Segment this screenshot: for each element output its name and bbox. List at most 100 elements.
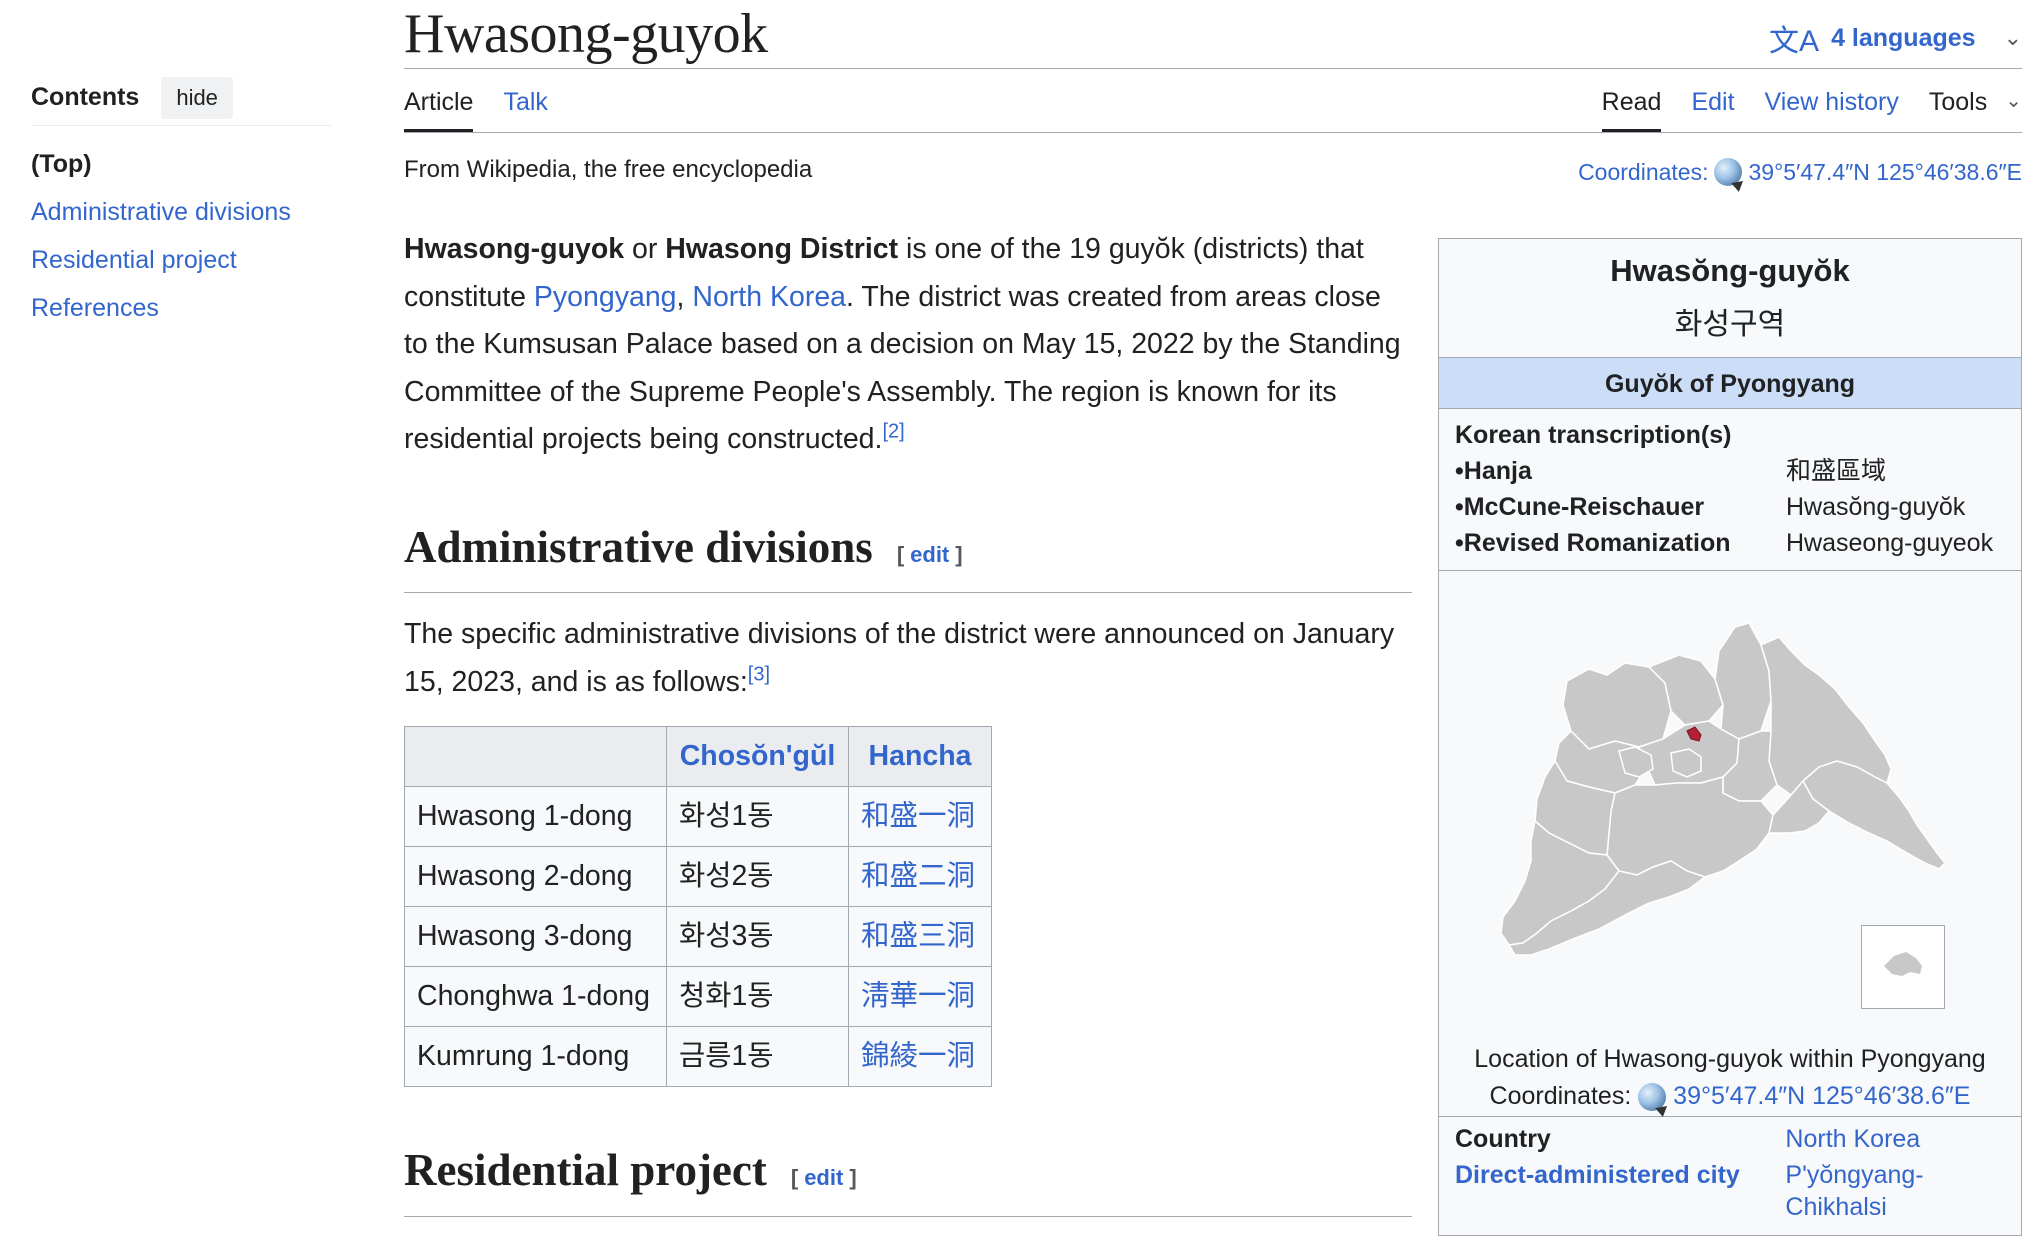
table-row: Hwasong 3-dong 화성3동 和盛三洞	[404, 906, 992, 967]
toc-item-residential-project[interactable]: Residential project	[31, 236, 331, 284]
section-heading-administrative-divisions: Administrative divisions [edit]	[404, 521, 1412, 593]
fact-value-link[interactable]: P'yŏngyang-Chikhalsi	[1785, 1159, 2005, 1223]
heading-text: Administrative divisions	[404, 521, 873, 572]
table-row: Hwasong 2-dong 화성2동 和盛二洞	[404, 846, 992, 907]
table-cell: 화성2동	[666, 846, 849, 907]
table-cell-link[interactable]: 淸華一洞	[848, 966, 992, 1027]
toc-hide-button[interactable]: hide	[161, 76, 233, 119]
tab-edit[interactable]: Edit	[1691, 88, 1734, 129]
table-row: Chonghwa 1-dong 청화1동 淸華一洞	[404, 966, 992, 1027]
infobox-korean-name: 화성구역	[1674, 308, 1786, 341]
table-cell-link[interactable]: 錦綾一洞	[848, 1026, 992, 1087]
map-coordinates: Coordinates: 39°5′47.4″N 125°46′38.6″E	[1439, 1078, 2021, 1115]
toc-item-administrative-divisions[interactable]: Administrative divisions	[31, 188, 331, 236]
inset-map[interactable]	[1861, 925, 1945, 1009]
coordinates-label: Coordinates:	[1489, 1082, 1632, 1110]
coordinates-link[interactable]: 39°5′47.4″N 125°46′38.6″E	[1673, 1082, 1970, 1110]
toc-list: (Top) Administrative divisions Residenti…	[31, 140, 331, 332]
table-header[interactable]: Chosŏn'gŭl	[666, 726, 849, 787]
tools-label: Tools	[1928, 88, 1988, 116]
transcription-key: McCune-Reischauer	[1455, 489, 1786, 525]
infobox-type-band: Guyŏk of Pyongyang	[1439, 357, 2021, 409]
link-north-korea[interactable]: North Korea	[692, 281, 846, 313]
fact-row: Country North Korea	[1455, 1123, 2005, 1155]
table-cell: 화성1동	[666, 786, 849, 847]
heading-text: Residential project	[404, 1145, 767, 1195]
section-heading-residential-project: Residential project [edit]	[404, 1145, 1412, 1217]
globe-icon[interactable]	[1714, 158, 1743, 186]
bold-term: Hwasong District	[665, 233, 899, 265]
reference-link[interactable]: [2]	[882, 421, 904, 443]
namespace-tabs: Article Talk	[404, 88, 548, 132]
transcription-key: Hanja	[1455, 453, 1786, 489]
tab-view-history[interactable]: View history	[1765, 88, 1899, 129]
fact-row: Direct-administered city P'yŏngyang-Chik…	[1455, 1159, 2005, 1223]
title-divider	[404, 68, 2022, 69]
intro-paragraph: Hwasong-guyok or Hwasong District is one…	[404, 226, 1412, 464]
table-header[interactable]: Hancha	[848, 726, 992, 787]
fact-value-link[interactable]: North Korea	[1785, 1123, 2005, 1155]
residential-paragraph: The district is currently the second pro…	[404, 1235, 1412, 1244]
reference-link[interactable]: [3]	[748, 663, 770, 685]
inset-map-shape	[1884, 952, 1922, 976]
edit-link[interactable]: edit	[910, 542, 949, 567]
language-button[interactable]: 文A 4 languages ⌄	[1769, 16, 2022, 60]
page-title: Hwasong-guyok	[404, 3, 768, 65]
table-cell: Hwasong 1-dong	[404, 786, 667, 847]
transcriptions-heading: Korean transcription(s)	[1455, 421, 1732, 449]
translate-icon: 文A	[1769, 25, 1820, 58]
table-cell: 화성3동	[666, 906, 849, 967]
toc-header: Contents hide	[31, 76, 331, 126]
text: ,	[676, 280, 693, 313]
tab-read[interactable]: Read	[1601, 88, 1662, 132]
table-cell-link[interactable]: 和盛一洞	[848, 786, 992, 847]
divisions-paragraph: The specific administrative divisions of…	[404, 611, 1412, 706]
text: or	[624, 233, 666, 265]
link-pyongyang[interactable]: Pyongyang	[534, 281, 677, 313]
transcription-key: Revised Romanization	[1455, 525, 1786, 561]
chevron-down-icon: ⌄	[2005, 90, 2022, 112]
table-cell: Chonghwa 1-dong	[404, 966, 667, 1027]
table-header-row: Chosŏn'gŭl Hancha	[404, 726, 992, 787]
transcriptions: Korean transcription(s) Hanja和盛區域 McCune…	[1439, 409, 2021, 571]
globe-icon[interactable]	[1638, 1083, 1667, 1112]
table-cell: Hwasong 3-dong	[404, 906, 667, 967]
tools-menu[interactable]: Tools ⌄	[1929, 88, 2022, 117]
view-tabs: Read Edit View history Tools ⌄	[1601, 88, 2022, 132]
toc-title: Contents	[31, 83, 140, 111]
coordinates-link[interactable]: 39°5′47.4″N 125°46′38.6″E	[1748, 159, 2022, 186]
fact-key-link[interactable]: Direct-administered city	[1455, 1159, 1785, 1223]
language-count: 4 languages	[1831, 23, 1976, 52]
infobox-title: Hwasŏng-guyŏk	[1610, 253, 1850, 288]
map-caption-text: Location of Hwasong-guyok within Pyongya…	[1474, 1045, 1986, 1073]
toc-item-references[interactable]: References	[31, 284, 331, 332]
toc-item-top[interactable]: (Top)	[31, 140, 331, 188]
chevron-down-icon: ⌄	[2003, 25, 2022, 50]
table-cell: 금릉1동	[666, 1026, 849, 1087]
table-of-contents: Contents hide (Top) Administrative divis…	[31, 76, 331, 332]
coordinates-top: Coordinates: 39°5′47.4″N 125°46′38.6″E	[1578, 158, 2022, 186]
tagline: From Wikipedia, the free encyclopedia	[404, 156, 813, 183]
transcription-row: Hanja和盛區域	[1455, 453, 2005, 489]
map-caption: Location of Hwasong-guyok within Pyongya…	[1439, 1041, 2021, 1115]
section-edit: [edit]	[790, 1165, 857, 1190]
table-cell: Kumrung 1-dong	[404, 1026, 667, 1087]
table-cell: 청화1동	[666, 966, 849, 1027]
table-cell: Hwasong 2-dong	[404, 846, 667, 907]
transcription-value: Hwasŏng-guyŏk	[1786, 493, 1966, 521]
infobox: Hwasŏng-guyŏk 화성구역 Guyŏk of Pyongyang Ko…	[1438, 238, 2022, 1236]
table-row: Kumrung 1-dong 금릉1동 錦綾一洞	[404, 1026, 992, 1087]
transcription-value: 和盛區域	[1786, 457, 1887, 485]
section-edit: [edit]	[896, 541, 963, 567]
transcription-value: Hwaseong-guyeok	[1786, 529, 1994, 557]
text: The specific administrative divisions of…	[404, 618, 1395, 698]
edit-link[interactable]: edit	[804, 1165, 843, 1190]
table-row: Hwasong 1-dong 화성1동 和盛一洞	[404, 786, 992, 847]
tab-talk[interactable]: Talk	[503, 88, 547, 132]
location-map: Location of Hwasong-guyok within Pyongya…	[1439, 571, 2021, 1117]
tab-article[interactable]: Article	[404, 88, 474, 132]
table-cell-link[interactable]: 和盛三洞	[848, 906, 992, 967]
bold-term: Hwasong-guyok	[404, 233, 625, 265]
divisions-table: Chosŏn'gŭl Hancha Hwasong 1-dong 화성1동 和盛…	[404, 726, 992, 1087]
table-cell-link[interactable]: 和盛二洞	[848, 846, 992, 907]
